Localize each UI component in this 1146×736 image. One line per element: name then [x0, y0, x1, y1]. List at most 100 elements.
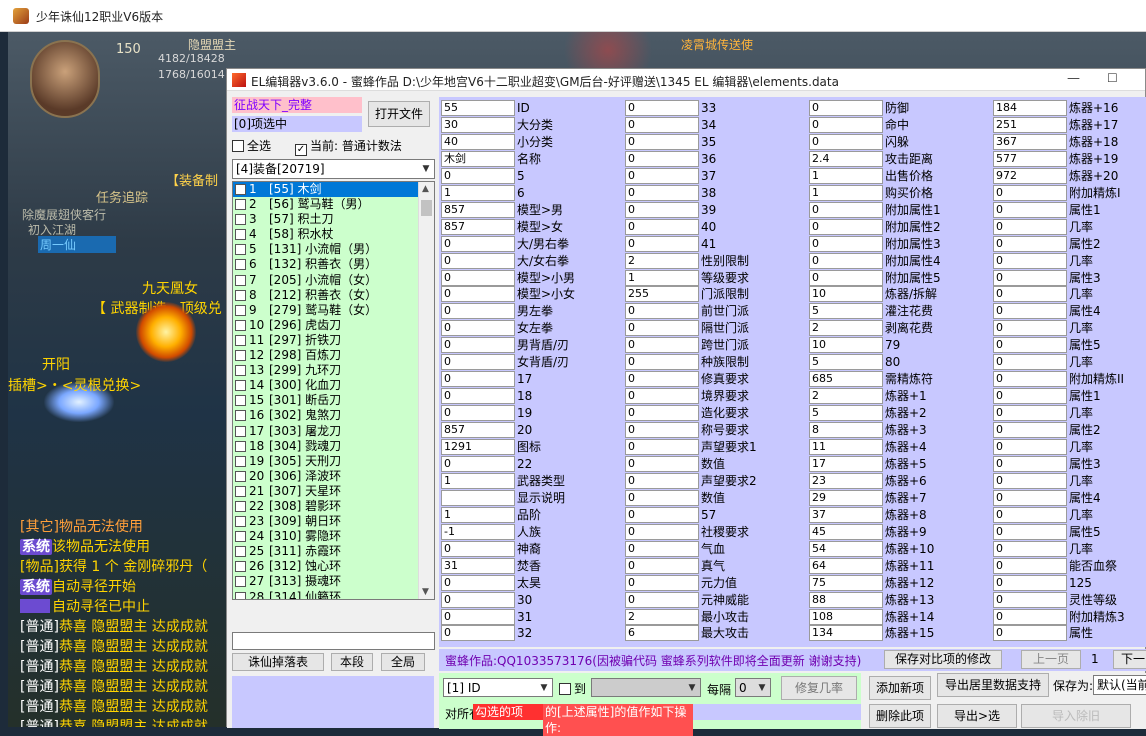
property-value-field[interactable]: 5 [809, 303, 883, 320]
current-notation-checkbox[interactable]: ✓ 当前: 普通计数法 [295, 137, 402, 156]
to-checkbox[interactable]: 到 [559, 680, 586, 697]
checkbox-box[interactable] [235, 470, 246, 482]
property-value-field[interactable]: 5 [809, 405, 883, 422]
add-new-button[interactable]: 添加新项 [869, 676, 931, 700]
property-value-field[interactable]: 2 [625, 252, 699, 269]
scroll-up-icon[interactable]: ▲ [422, 184, 429, 194]
property-value-field[interactable]: 0 [441, 252, 515, 269]
checkbox-box[interactable] [235, 440, 246, 452]
checkbox-box[interactable] [235, 395, 246, 407]
checkbox-box[interactable] [235, 274, 246, 286]
checkbox-box[interactable] [235, 516, 246, 528]
property-value-field[interactable]: 0 [625, 574, 699, 591]
chevron-down-icon[interactable]: ▼ [684, 679, 700, 696]
property-value-field[interactable]: 0 [625, 422, 699, 439]
property-value-field[interactable]: 2 [625, 608, 699, 625]
property-value-field[interactable]: 2.4 [809, 150, 883, 167]
property-value-field[interactable]: 0 [441, 608, 515, 625]
property-value-field[interactable]: 0 [809, 116, 883, 133]
list-item[interactable]: 2 [56] 鹫马鞋（男） [233, 197, 434, 212]
open-file-button[interactable]: 打开文件 [368, 101, 430, 127]
list-item[interactable]: 1 [55] 木剑 [233, 182, 434, 198]
every-select[interactable]: 0 ▼ [735, 678, 771, 697]
property-value-field[interactable]: 0 [993, 540, 1067, 557]
checkbox-box[interactable] [559, 683, 571, 695]
list-scrollbar[interactable]: ▲ ▼ [418, 182, 434, 599]
chevron-down-icon[interactable]: ▼ [418, 160, 434, 178]
chevron-down-icon[interactable]: ▼ [536, 679, 552, 696]
drop-table-button[interactable]: 诛仙掉落表 [232, 653, 324, 671]
property-value-field[interactable]: 0 [625, 455, 699, 472]
property-value-field[interactable]: 0 [993, 422, 1067, 439]
property-value-field[interactable]: 0 [625, 337, 699, 354]
list-item[interactable]: 6 [132] 积善衣（男） [233, 257, 434, 272]
property-value-field[interactable]: 0 [441, 388, 515, 405]
property-value-field[interactable]: 0 [993, 269, 1067, 286]
list-item[interactable]: 7 [205] 小流帽（女） [233, 273, 434, 288]
checkbox-box[interactable] [235, 410, 246, 422]
property-value-field[interactable]: 0 [625, 303, 699, 320]
list-item[interactable]: 13 [299] 九环刀 [233, 363, 434, 378]
property-value-field[interactable]: 1 [441, 184, 515, 201]
list-item[interactable]: 28 [314] 仙籁环 [233, 590, 434, 599]
property-value-field[interactable]: 0 [441, 371, 515, 388]
property-value-field[interactable]: 108 [809, 608, 883, 625]
list-item[interactable]: 12 [298] 百炼刀 [233, 348, 434, 363]
checkbox-box[interactable] [235, 380, 246, 392]
property-value-field[interactable]: 0 [625, 201, 699, 218]
property-value-field[interactable]: 30 [441, 116, 515, 133]
checkbox-box[interactable] [235, 184, 246, 195]
save-compare-button[interactable]: 保存对比项的修改 [884, 650, 1002, 669]
property-value-field[interactable]: 0 [625, 133, 699, 150]
slot-exchange-text[interactable]: 插槽>・<灵根兑换> [8, 375, 141, 395]
property-value-field[interactable]: 0 [625, 235, 699, 252]
scroll-thumb[interactable] [421, 200, 432, 216]
list-item[interactable]: 14 [300] 化血刀 [233, 378, 434, 393]
property-value-field[interactable]: 1 [809, 167, 883, 184]
property-value-field[interactable]: 0 [441, 337, 515, 354]
checkbox-box[interactable] [235, 425, 246, 437]
checkbox-box[interactable] [235, 199, 246, 211]
property-value-field[interactable]: 0 [441, 269, 515, 286]
property-value-field[interactable]: 0 [625, 100, 699, 116]
property-value-field[interactable]: 0 [441, 235, 515, 252]
section-button[interactable]: 本段 [331, 653, 373, 671]
property-value-field[interactable]: 木剑 [441, 150, 515, 167]
property-value-field[interactable]: 0 [809, 218, 883, 235]
field-select[interactable]: [1] ID ▼ [443, 678, 553, 697]
property-value-field[interactable]: 0 [625, 116, 699, 133]
property-value-field[interactable]: 0 [441, 591, 515, 608]
checkbox-box[interactable] [235, 576, 246, 588]
list-item[interactable]: 5 [131] 小流帽（男） [233, 242, 434, 257]
property-value-field[interactable]: 0 [625, 150, 699, 167]
property-value-field[interactable]: 0 [993, 489, 1067, 506]
property-value-field[interactable]: 1 [809, 184, 883, 201]
property-value-field[interactable]: 685 [809, 371, 883, 388]
property-value-field[interactable]: 1 [441, 506, 515, 523]
property-value-field[interactable]: 0 [625, 591, 699, 608]
property-value-field[interactable]: 0 [441, 167, 515, 184]
property-value-field[interactable]: 1 [625, 269, 699, 286]
list-item[interactable]: 22 [308] 碧影环 [233, 499, 434, 514]
npc-name[interactable]: 九天凰女 [142, 278, 198, 298]
property-value-field[interactable]: 10 [809, 286, 883, 303]
property-value-field[interactable]: 0 [993, 625, 1067, 642]
property-value-field[interactable]: 0 [625, 218, 699, 235]
quest-item-3[interactable]: 周一仙 [38, 236, 117, 253]
checkbox-box[interactable] [235, 561, 246, 573]
checkbox-box[interactable] [235, 244, 246, 256]
checkmark-icon[interactable]: ✓ [295, 144, 307, 156]
property-value-field[interactable]: 0 [625, 354, 699, 371]
property-value-field[interactable]: 0 [441, 320, 515, 337]
property-value-field[interactable]: 64 [809, 557, 883, 574]
property-value-field[interactable]: 0 [993, 252, 1067, 269]
property-value-field[interactable]: 0 [993, 557, 1067, 574]
property-value-field[interactable]: 0 [993, 591, 1067, 608]
list-item[interactable]: 4 [58] 积水杖 [233, 227, 434, 242]
prev-page-button[interactable]: 上一页 [1021, 650, 1081, 669]
property-value-field[interactable]: 1 [441, 472, 515, 489]
list-item[interactable]: 21 [307] 天星环 [233, 484, 434, 499]
property-value-field[interactable]: 2 [809, 388, 883, 405]
property-value-field[interactable]: 367 [993, 133, 1067, 150]
property-value-field[interactable]: -1 [441, 523, 515, 540]
